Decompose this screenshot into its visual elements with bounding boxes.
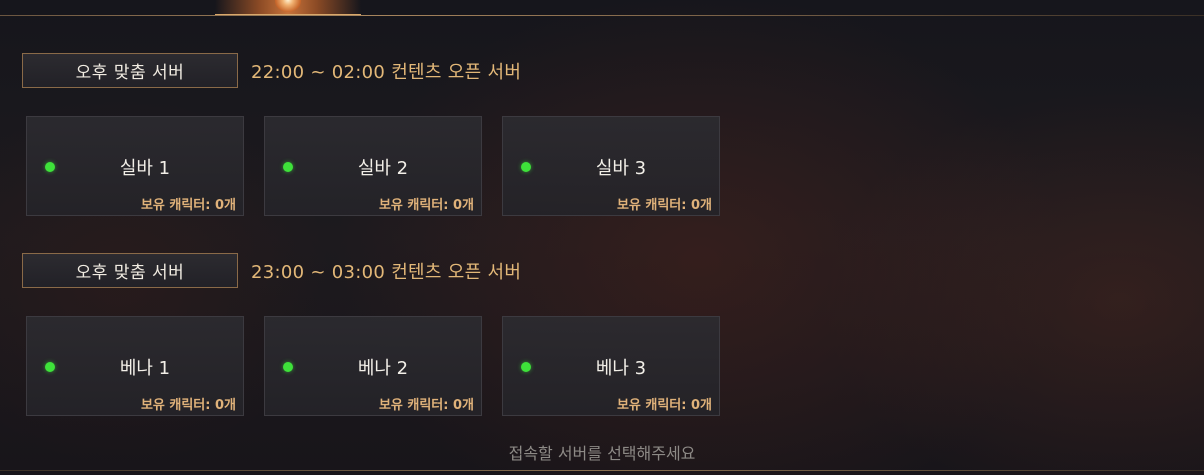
server-group-header: 오후 맞춤 서버 23:00 ~ 03:00 컨텐츠 오픈 서버	[22, 252, 521, 289]
ornament-gem-icon	[275, 0, 301, 12]
character-count: 보유 캐릭터: 0개	[616, 398, 712, 413]
server-card[interactable]: 베나 1 보유 캐릭터: 0개	[26, 316, 244, 416]
server-card[interactable]: 베나 2 보유 캐릭터: 0개	[264, 316, 482, 416]
character-count: 보유 캐릭터: 0개	[616, 198, 712, 213]
server-group-header: 오후 맞춤 서버 22:00 ~ 02:00 컨텐츠 오픈 서버	[22, 52, 521, 89]
bottom-divider	[0, 470, 1204, 471]
select-server-prompt: 접속할 서버를 선택해주세요	[508, 444, 696, 463]
server-card[interactable]: 실바 2 보유 캐릭터: 0개	[264, 116, 482, 216]
group-time: 22:00 ~ 02:00 컨텐츠 오픈 서버	[251, 61, 522, 83]
group-time: 23:00 ~ 03:00 컨텐츠 오픈 서버	[251, 261, 522, 283]
top-divider	[0, 15, 1204, 16]
group-tag: 오후 맞춤 서버	[22, 253, 238, 288]
server-name: 실바 1	[119, 158, 171, 179]
group-tag: 오후 맞춤 서버	[22, 53, 238, 88]
server-name: 베나 2	[357, 358, 409, 379]
server-card[interactable]: 실바 3 보유 캐릭터: 0개	[502, 116, 720, 216]
top-ornament	[215, 0, 361, 15]
character-count: 보유 캐릭터: 0개	[140, 198, 236, 213]
server-name: 베나 1	[119, 358, 171, 379]
server-name: 실바 3	[595, 158, 647, 179]
server-name: 실바 2	[357, 158, 409, 179]
server-name: 베나 3	[595, 358, 647, 379]
character-count: 보유 캐릭터: 0개	[378, 398, 474, 413]
character-count: 보유 캐릭터: 0개	[378, 198, 474, 213]
server-card[interactable]: 베나 3 보유 캐릭터: 0개	[502, 316, 720, 416]
server-card[interactable]: 실바 1 보유 캐릭터: 0개	[26, 116, 244, 216]
character-count: 보유 캐릭터: 0개	[140, 398, 236, 413]
